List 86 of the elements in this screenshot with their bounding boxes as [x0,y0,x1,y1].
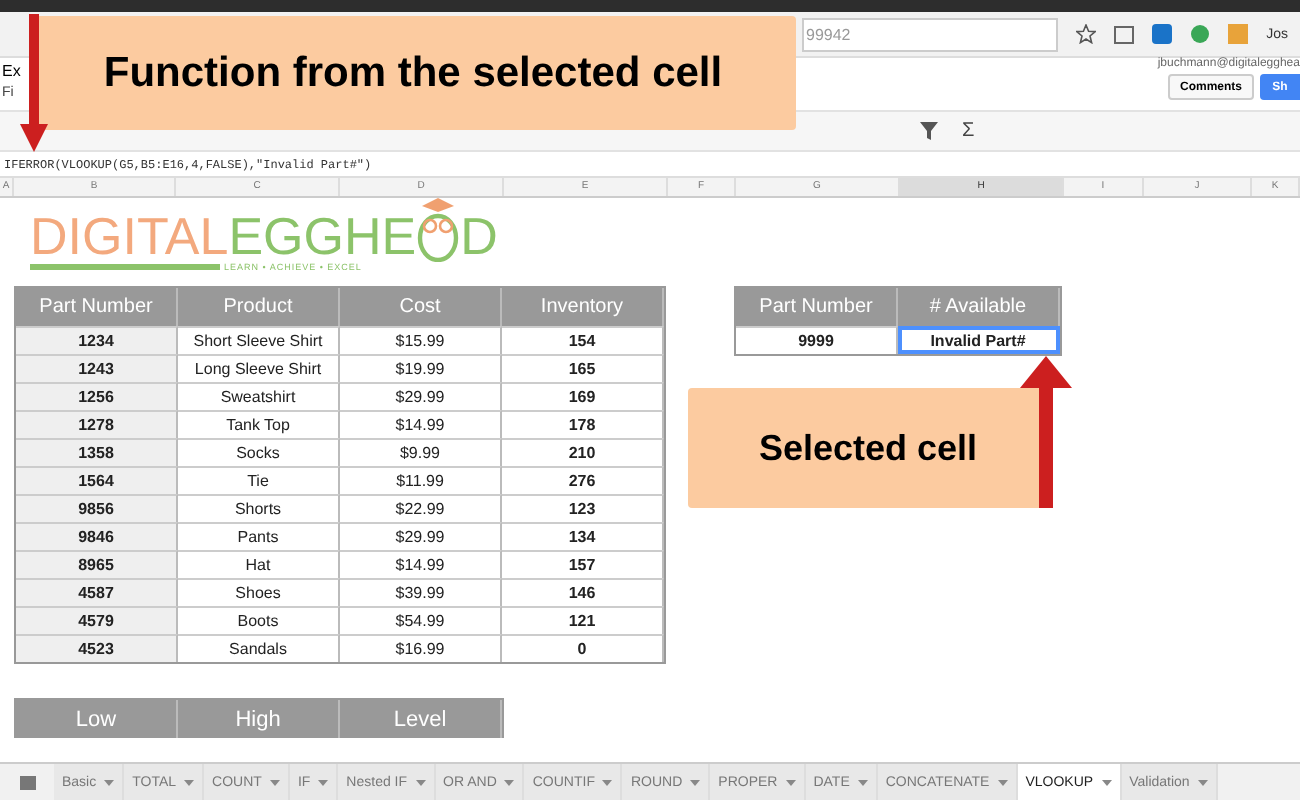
logo-text: EGGHE [228,210,417,262]
caret-icon [269,779,280,785]
column-heading: Cost [340,288,502,326]
table-cell: 134 [502,522,664,550]
table-cell: $39.99 [340,578,502,606]
functions-button[interactable]: Σ [962,120,975,142]
table-cell: 210 [502,438,664,466]
cast-icon[interactable] [1114,25,1135,43]
table-cell: 169 [502,382,664,410]
table-cell: $14.99 [340,550,502,578]
column-heading: Part Number [736,288,898,326]
table-cell: $22.99 [340,494,502,522]
table-cell: 1256 [16,382,178,410]
star-icon[interactable] [1076,24,1097,44]
table-cell: $19.99 [340,354,502,382]
table-cell: 157 [502,550,664,578]
caret-icon [504,779,515,785]
logo-text: D [460,210,498,262]
table-cell: 1564 [16,466,178,494]
column-heading: Level [340,700,502,738]
caret-icon [184,779,195,785]
table-cell: Short Sleeve Shirt [178,326,340,354]
table-cell: 178 [502,410,664,438]
table-cell: Tie [178,466,340,494]
table-cell: 1234 [16,326,178,354]
table-cell: 165 [502,354,664,382]
table-cell: Sandals [178,634,340,662]
caret-icon [602,779,613,785]
table-cell: Socks [178,438,340,466]
caret-icon [415,779,426,785]
table-cell: Boots [178,606,340,634]
caret-icon [104,779,115,785]
table-cell: $29.99 [340,522,502,550]
table-cell: Shorts [178,494,340,522]
address-field[interactable]: 99942 [802,17,1059,51]
table-cell[interactable]: Invalid Part# [898,326,1060,354]
table-cell: 9846 [16,522,178,550]
column-heading: # Available [898,288,1060,326]
table-cell: 276 [502,466,664,494]
logo-text: DIGITAL [30,210,229,262]
table-cell: 8965 [16,550,178,578]
column-heading: Inventory [502,288,664,326]
table-cell: Sweatshirt [178,382,340,410]
table-cell: 4587 [16,578,178,606]
column-heading: High [178,700,340,738]
table-cell: 154 [502,326,664,354]
sheet-list-icon[interactable] [20,775,36,789]
column-heading: Product [178,288,340,326]
table-cell: 4579 [16,606,178,634]
table-cell: $15.99 [340,326,502,354]
egghead-icon [416,194,461,262]
document-title[interactable]: Ex [2,58,21,86]
table-cell: 1358 [16,438,178,466]
caret-icon [1101,779,1112,785]
table-cell: $29.99 [340,382,502,410]
caret-icon [997,779,1008,785]
table-cell: 1243 [16,354,178,382]
caret-icon [785,779,796,785]
table-cell: $14.99 [340,410,502,438]
table-cell: 9856 [16,494,178,522]
table-cell: 146 [502,578,664,606]
arrow [20,14,48,152]
caret-icon [1197,779,1208,785]
table-cell: Pants [178,522,340,550]
filter-icon[interactable] [920,122,938,140]
table-cell: $9.99 [340,438,502,466]
extension-icon[interactable] [1190,24,1211,44]
table-cell: Tank Top [178,410,340,438]
table-cell: Shoes [178,578,340,606]
table-cell: $54.99 [340,606,502,634]
table-cell: 123 [502,494,664,522]
table-cell: $11.99 [340,466,502,494]
table-cell: Hat [178,550,340,578]
caret-icon [690,779,701,785]
table-cell: 0 [502,634,664,662]
extension-icon[interactable] [1152,24,1173,44]
caret-icon [857,779,868,785]
table-cell: 121 [502,606,664,634]
column-heading: Part Number [16,288,178,326]
table-cell: 1278 [16,410,178,438]
table-cell: $16.99 [340,634,502,662]
table-cell[interactable]: 9999 [736,326,898,354]
table-cell: 4523 [16,634,178,662]
table-cell: Long Sleeve Shirt [178,354,340,382]
caret-icon [318,779,329,785]
column-heading: Low [16,700,178,738]
